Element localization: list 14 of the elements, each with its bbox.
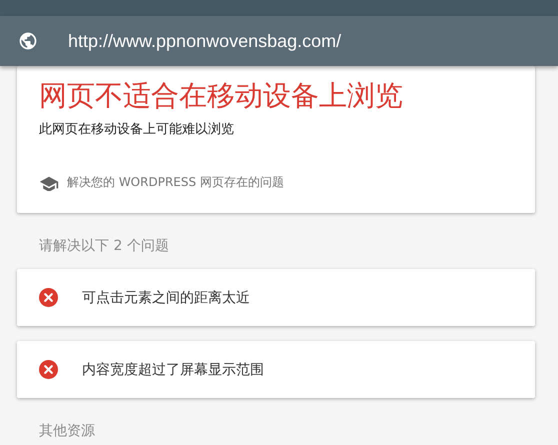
result-title: 网页不适合在移动设备上浏览 [39, 78, 404, 114]
url-text: http://www.ppnonwovensbag.com/ [68, 30, 342, 52]
resources-heading: 其他资源 [38, 422, 96, 440]
graduation-cap-icon [39, 174, 59, 190]
issue-text: 内容宽度超过了屏幕显示范围 [82, 360, 264, 378]
result-subtitle: 此网页在移动设备上可能难以浏览 [39, 121, 235, 138]
issue-text: 可点击元素之间的距离太近 [82, 288, 250, 306]
issue-card[interactable]: 内容宽度超过了屏幕显示范围 [17, 341, 535, 398]
issue-card[interactable]: 可点击元素之间的距离太近 [17, 269, 535, 326]
issues-heading: 请解决以下 2 个问题 [38, 237, 170, 256]
help-link[interactable]: 解决您的 WORDPRESS 网页存在的问题 [67, 174, 284, 191]
globe-icon [18, 31, 38, 51]
error-icon [39, 288, 58, 307]
error-icon [39, 360, 58, 379]
